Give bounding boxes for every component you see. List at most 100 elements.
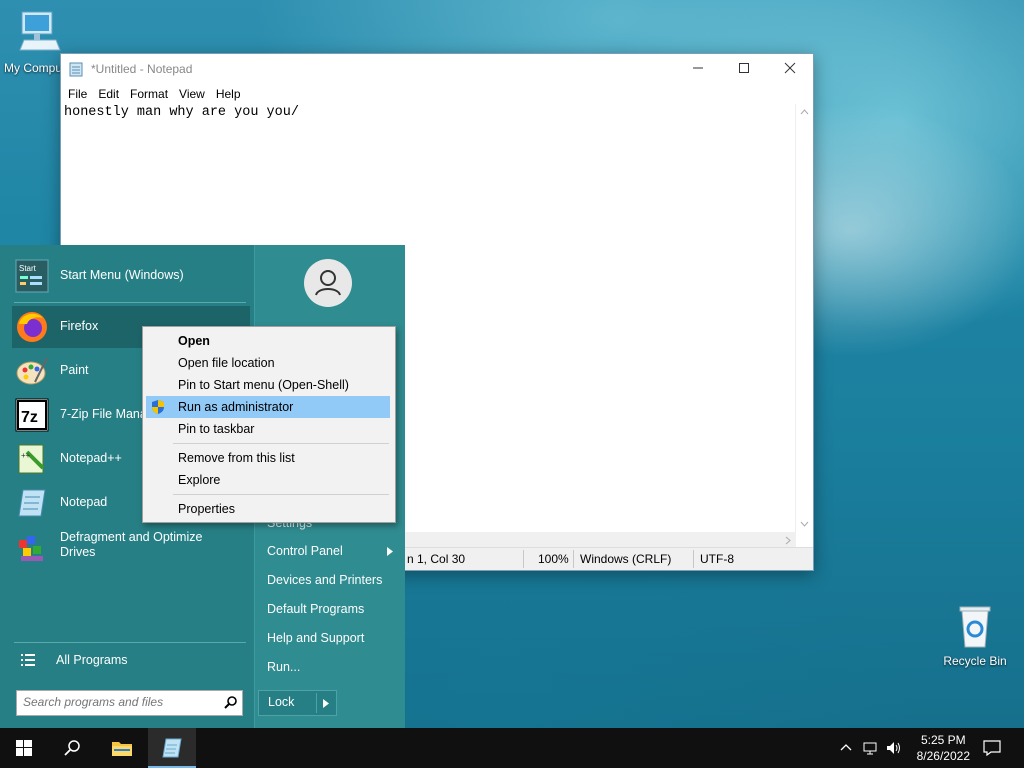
recycle-bin-shortcut[interactable]: Recycle Bin (935, 603, 1015, 668)
chevron-right-icon[interactable] (323, 699, 329, 708)
status-separator (693, 550, 694, 568)
menu-item-label: Explore (178, 473, 221, 487)
minimize-button[interactable] (675, 54, 721, 84)
system-clock[interactable]: 5:25 PM 8/26/2022 (917, 732, 970, 764)
menu-help[interactable]: Help (209, 84, 245, 101)
lock-label: Lock (268, 695, 295, 709)
menu-item-label: Pin to taskbar (178, 422, 255, 436)
menu-separator (173, 443, 389, 444)
close-button[interactable] (767, 54, 813, 84)
maximize-icon (739, 63, 749, 73)
program-label: Notepad (60, 495, 108, 509)
menu-item-label: Properties (178, 502, 235, 516)
recycle-bin-icon (959, 606, 991, 648)
menu-item-pin-to-start[interactable]: Pin to Start menu (Open-Shell) (146, 374, 390, 396)
menu-item-label: Open file location (178, 356, 275, 370)
status-separator (523, 550, 524, 568)
all-programs-button[interactable]: All Programs (12, 648, 250, 672)
status-separator (573, 550, 574, 568)
divider (14, 302, 246, 303)
menu-format[interactable]: Format (123, 84, 172, 101)
all-programs-label: All Programs (56, 653, 128, 667)
chevron-right-icon (387, 547, 393, 556)
search-icon[interactable] (224, 696, 237, 709)
notepadpp-icon: ++ (18, 444, 45, 474)
clock-date: 8/26/2022 (916, 749, 970, 763)
menu-item-label: Pin to Start menu (Open-Shell) (178, 378, 349, 392)
program-label: Defragment and Optimize Drives (60, 530, 203, 559)
notepad-icon (69, 62, 83, 77)
recycle-bin-label: Recycle Bin (943, 654, 1007, 668)
start-menu-icon: Start (15, 259, 49, 293)
chevron-up-icon[interactable] (840, 743, 852, 751)
search-icon (64, 740, 80, 756)
file-explorer-button[interactable] (98, 728, 146, 768)
search-input[interactable] (23, 695, 213, 709)
menu-item-open-file-location[interactable]: Open file location (146, 352, 390, 374)
defrag-icon (19, 536, 43, 561)
vertical-scrollbar[interactable] (795, 104, 813, 532)
action-center-button[interactable] (968, 728, 1016, 768)
menu-edit[interactable]: Edit (91, 84, 123, 101)
menu-item-remove-from-list[interactable]: Remove from this list (146, 447, 390, 469)
lock-divider (316, 693, 317, 713)
notification-icon (983, 740, 1001, 756)
scroll-up-icon (800, 109, 809, 115)
user-avatar[interactable] (304, 259, 352, 307)
default-programs-item[interactable]: Default Programs (267, 602, 364, 616)
menu-item-label: Run as administrator (178, 400, 294, 414)
search-box[interactable] (16, 690, 243, 716)
notepad-taskbar-button[interactable] (148, 728, 196, 768)
program-defragment[interactable]: Defragment and Optimize Drives (12, 526, 250, 568)
menu-item-label: Remove from this list (178, 451, 295, 465)
computer-icon (19, 11, 61, 51)
window-title: *Untitled - Notepad (91, 62, 193, 76)
volume-icon[interactable] (886, 740, 902, 756)
program-label: Paint (60, 363, 89, 377)
control-panel-item[interactable]: Control Panel (267, 544, 343, 558)
notepad-icon (162, 738, 182, 758)
menu-item-properties[interactable]: Properties (146, 498, 390, 520)
svg-text:7z: 7z (21, 409, 38, 426)
zoom-level: 100% (538, 552, 569, 566)
start-button[interactable] (0, 728, 48, 768)
paint-icon (16, 357, 48, 385)
divider (14, 642, 246, 643)
run-item[interactable]: Run... (267, 660, 300, 674)
uac-shield-icon (152, 400, 164, 414)
network-icon[interactable] (863, 740, 879, 756)
menu-item-label: Open (178, 334, 210, 348)
svg-text:Start: Start (19, 264, 37, 273)
program-label: Firefox (60, 319, 99, 333)
7zip-icon: 7z (15, 398, 49, 432)
close-icon (784, 62, 796, 74)
scroll-down-icon (800, 521, 809, 527)
menu-view[interactable]: View (172, 84, 209, 101)
encoding: UTF-8 (700, 552, 734, 566)
menu-item-run-as-admin[interactable]: Run as administrator (146, 396, 390, 418)
program-label: Notepad++ (60, 451, 122, 465)
scroll-right-icon (785, 536, 791, 545)
lock-button[interactable]: Lock (258, 690, 337, 716)
firefox-icon (17, 312, 47, 342)
cursor-position: n 1, Col 30 (407, 552, 466, 566)
menu-file[interactable]: File (61, 84, 91, 101)
help-support-item[interactable]: Help and Support (267, 631, 364, 645)
devices-printers-item[interactable]: Devices and Printers (267, 573, 382, 587)
context-menu: Open Open file location Pin to Start men… (142, 326, 396, 523)
program-start-menu-windows[interactable]: Start Start Menu (Windows) (12, 255, 250, 297)
clock-time: 5:25 PM (920, 733, 966, 747)
menu-item-explore[interactable]: Explore (146, 469, 390, 491)
maximize-button[interactable] (721, 54, 767, 84)
svg-text:++: ++ (21, 451, 31, 460)
notepad-icon (18, 489, 46, 517)
menu-item-pin-to-taskbar[interactable]: Pin to taskbar (146, 418, 390, 440)
notepad-titlebar[interactable]: *Untitled - Notepad (61, 54, 813, 84)
menu-item-open[interactable]: Open (146, 330, 390, 352)
minimize-icon (693, 67, 703, 69)
user-icon (315, 270, 341, 296)
folder-icon (112, 742, 132, 756)
taskbar: 5:25 PM 8/26/2022 (0, 728, 1024, 768)
search-button[interactable] (48, 728, 96, 768)
text-editor[interactable]: honestly man why are you you/ (64, 105, 804, 120)
